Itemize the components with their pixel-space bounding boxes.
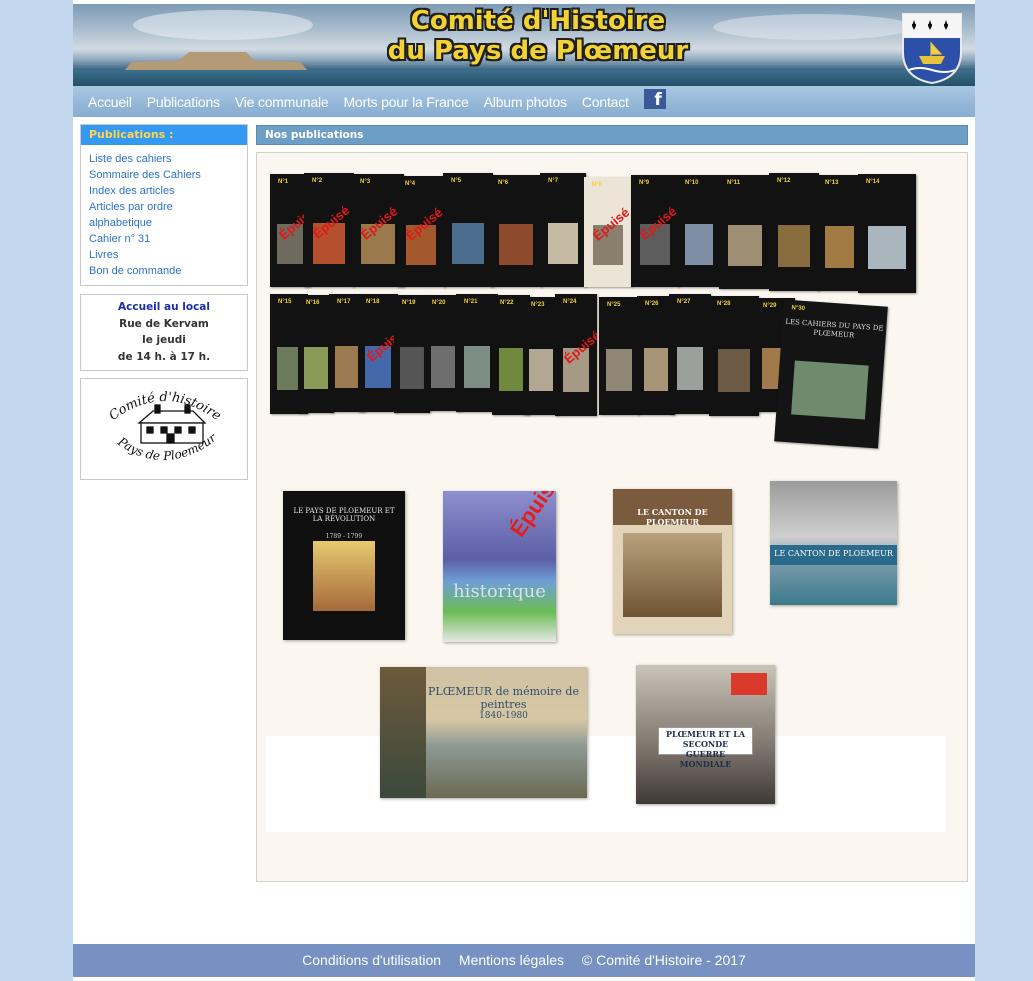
facebook-icon[interactable]: f xyxy=(643,88,666,110)
book-canton-sepia[interactable]: LE CANTON DE PLOEMEUR xyxy=(613,489,732,634)
cahier-cover[interactable]: N°8 Épuisé xyxy=(584,177,632,287)
link-sommaire-des-cahiers[interactable]: Sommaire des Cahiers xyxy=(89,169,201,181)
local-hours-box: Accueil au local Rue de Kervam le jeudi … xyxy=(80,294,248,371)
publications-panel: N°1 Épuisé N°2 Épuisé N°3 Épuisé N°4 Épuisé … xyxy=(256,152,968,882)
site-title[interactable]: Comité d'Histoire du Pays de Plœmeur xyxy=(373,6,703,66)
cahier-cover[interactable]: N°23 xyxy=(523,297,559,415)
site-title-line2: du Pays de Plœmeur xyxy=(387,36,689,66)
main-nav: Accueil Publications Vie communale Morts… xyxy=(73,86,975,117)
large-cahier-title: LES CAHIERS DU PAYS DE PLŒMEUR xyxy=(785,317,884,340)
publications-link-list: Liste des cahiers Sommaire des Cahiers I… xyxy=(81,145,247,279)
link-cahier-31[interactable]: Cahier n° 31 xyxy=(89,233,150,245)
cahier-cover[interactable]: N°24 Épuisé xyxy=(555,294,597,416)
footer-mentions-link[interactable]: Mentions légales xyxy=(459,952,564,968)
banner-sea xyxy=(73,70,975,86)
nav-morts-pour-la-france[interactable]: Morts pour la France xyxy=(343,94,468,110)
link-liste-des-cahiers[interactable]: Liste des cahiers xyxy=(89,153,172,165)
book-seconde-guerre[interactable]: PLŒMEUR ET LA SECONDE GUERRE MONDIALE xyxy=(636,665,775,804)
banner-cloud xyxy=(713,14,913,40)
publications-menu: Publications : Liste des cahiers Sommair… xyxy=(80,124,248,286)
cahier-cover[interactable]: N°5 xyxy=(443,173,493,287)
nav-vie-communale[interactable]: Vie communale xyxy=(235,94,329,110)
link-index-des-articles[interactable]: Index des articles xyxy=(89,185,175,197)
header-banner: Comité d'Histoire du Pays de Plœmeur xyxy=(73,4,975,86)
comite-logo: Comité d'histoire Pays de Ploemeur xyxy=(106,390,223,463)
link-bon-de-commande[interactable]: Bon de commande xyxy=(89,265,181,277)
local-title: Accueil au local xyxy=(118,301,210,313)
book-memoire-de-peintres[interactable]: PLŒMEUR de mémoire de peintres 1840-1980 xyxy=(380,667,587,798)
nav-publications[interactable]: Publications xyxy=(147,94,220,110)
publications-menu-title: Publications : xyxy=(81,125,247,145)
link-articles-par-ordre[interactable]: Articles par ordre alphabetique xyxy=(89,201,173,229)
section-heading: Nos publications xyxy=(256,125,968,145)
nav-album-photos[interactable]: Album photos xyxy=(484,94,567,110)
link-livres[interactable]: Livres xyxy=(89,249,118,261)
cahier-cover-large[interactable]: N°30 LES CAHIERS DU PAYS DE PLŒMEUR xyxy=(774,299,888,449)
panel-white-strip xyxy=(266,736,946,832)
cahier-cover[interactable]: N°10 xyxy=(677,175,721,287)
cahier-cover[interactable]: N°6 xyxy=(490,175,542,287)
cahier-cover[interactable]: N°25 xyxy=(599,297,639,415)
cahier-cover[interactable]: N°28 xyxy=(709,296,759,416)
cahier-cover[interactable]: N°27 xyxy=(669,294,711,414)
coat-of-arms-icon xyxy=(902,13,962,84)
cahier-cover[interactable]: N°4 Épuisé xyxy=(397,176,445,287)
book-canton-blue[interactable]: LE CANTON DE PLOEMEUR xyxy=(770,481,897,605)
nav-contact[interactable]: Contact xyxy=(582,94,629,110)
nav-accueil[interactable]: Accueil xyxy=(88,94,132,110)
page: Comité d'Histoire du Pays de Plœmeur Acc… xyxy=(73,0,975,981)
footer-copyright: © Comité d'Histoire - 2017 xyxy=(581,952,746,968)
cahier-cover[interactable]: N°7 xyxy=(540,173,586,287)
cahier-cover[interactable]: N°2 Épuisé xyxy=(304,173,354,287)
footer: Conditions d'utilisation Mentions légale… xyxy=(73,944,975,977)
local-day: le jeudi xyxy=(142,334,186,346)
cahier-cover[interactable]: N°12 xyxy=(769,173,819,291)
book-historique[interactable]: historique Épuisé xyxy=(443,491,556,642)
book-revolution[interactable]: LE PAYS DE PLOEMEUR ET LA RÉVOLUTION 178… xyxy=(283,491,405,640)
site-title-line1: Comité d'Histoire xyxy=(410,6,666,36)
cahier-cover[interactable]: N°18 Épuisé xyxy=(358,294,398,412)
cahier-cover[interactable]: N°9 Épuisé xyxy=(631,175,679,287)
local-street: Rue de Kervam xyxy=(119,317,209,330)
footer-conditions-link[interactable]: Conditions d'utilisation xyxy=(302,952,441,968)
banner-cloud xyxy=(133,10,313,40)
cahier-cover[interactable]: N°13 xyxy=(817,175,862,291)
local-hours: de 14 h. à 17 h. xyxy=(117,350,211,363)
cahier-cover[interactable]: N°11 xyxy=(719,175,771,289)
comite-logo-box: Comité d'histoire Pays de Ploemeur xyxy=(80,378,248,480)
cahier-cover[interactable]: N°14 xyxy=(858,174,916,293)
